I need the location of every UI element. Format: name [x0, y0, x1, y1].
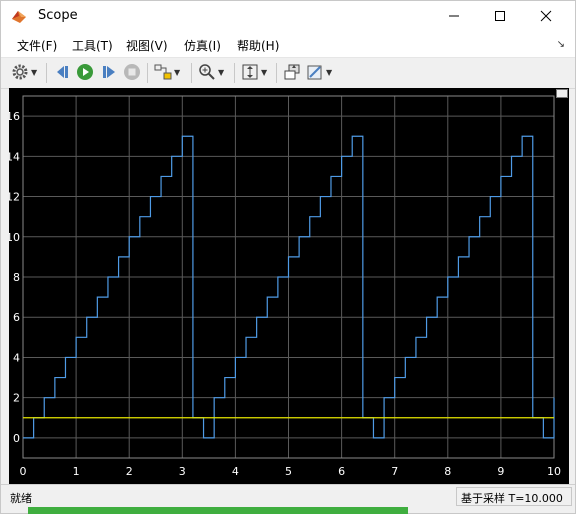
menu-tools[interactable]: 工具(T) [72, 37, 113, 54]
x-tick-label: 8 [444, 465, 451, 478]
background-fragment [28, 507, 408, 514]
matlab-icon [12, 11, 26, 23]
highlight-block-icon [154, 64, 172, 80]
status-bar: 就绪 基于采样 T=10.000 [1, 484, 575, 509]
toolbar-divider [276, 63, 277, 83]
x-tick-label: 6 [338, 465, 345, 478]
title-bar[interactable]: Scope [1, 1, 575, 31]
menu-dock-icon[interactable]: ↘ [557, 39, 565, 50]
scope-window: Scope 文件(F) 工具(T) 视图(V) 仿真(I) 帮助(H) ↘ ▼ [0, 0, 576, 514]
gear-icon [12, 64, 28, 80]
y-tick-label: 6 [13, 311, 20, 324]
step-forward-icon [103, 66, 115, 78]
status-ready: 就绪 [10, 492, 32, 505]
y-tick-label: 12 [9, 191, 20, 204]
maximize-button[interactable] [477, 1, 523, 31]
expand-axes-button[interactable] [556, 89, 568, 98]
y-tick-label: 10 [9, 231, 20, 244]
x-tick-label: 7 [391, 465, 398, 478]
edit-style-button[interactable]: ▼ [306, 62, 332, 82]
y-tick-label: 2 [13, 392, 20, 405]
zoom-in-icon [199, 64, 215, 80]
edit-style-icon [307, 65, 322, 80]
chevron-down-icon: ▼ [174, 67, 181, 77]
run-icon [77, 64, 93, 80]
run-button[interactable] [76, 62, 94, 82]
restore-layout-button[interactable] [283, 62, 301, 82]
menu-help[interactable]: 帮助(H) [237, 37, 279, 54]
y-tick-label: 16 [9, 110, 20, 123]
y-tick-label: 8 [13, 271, 20, 284]
autoscale-button[interactable]: ▼ [241, 62, 267, 82]
toolbar-divider [234, 63, 235, 83]
maximize-icon [495, 11, 505, 21]
x-tick-label: 4 [232, 465, 239, 478]
chevron-down-icon: ▼ [218, 67, 225, 77]
y-tick-label: 4 [13, 351, 20, 364]
menu-simulation[interactable]: 仿真(I) [184, 37, 221, 54]
chevron-down-icon: ▼ [326, 67, 333, 77]
step-forward-button[interactable] [100, 62, 118, 82]
close-icon [540, 10, 552, 22]
toolbar-divider [147, 63, 148, 83]
scope-plot[interactable]: 0 1 2 3 4 5 6 7 8 9 100246810121416 [6, 88, 569, 484]
x-tick-label: 1 [73, 465, 80, 478]
status-sample-time: 基于采样 T=10.000 [461, 492, 563, 505]
zoom-button[interactable]: ▼ [198, 62, 224, 82]
y-tick-label: 0 [13, 432, 20, 445]
chevron-down-icon: ▼ [31, 67, 38, 77]
step-back-icon [57, 66, 68, 78]
autoscale-icon [242, 64, 258, 80]
highlight-block-button[interactable]: ▼ [154, 62, 180, 82]
x-tick-label: 2 [126, 465, 133, 478]
minimize-button[interactable] [431, 1, 477, 31]
step-back-button[interactable] [54, 62, 72, 82]
x-tick-label: 9 [497, 465, 504, 478]
chevron-down-icon: ▼ [261, 67, 268, 77]
close-button[interactable] [523, 1, 569, 31]
window-title: Scope [38, 8, 78, 23]
x-tick-label: 5 [285, 465, 292, 478]
y-tick-label: 14 [9, 150, 20, 163]
x-tick-label: 10 [547, 465, 561, 478]
menu-view[interactable]: 视图(V) [126, 37, 168, 54]
menu-file[interactable]: 文件(F) [17, 37, 57, 54]
x-tick-label: 0 [20, 465, 27, 478]
minimize-icon [449, 15, 459, 17]
background-fragment [1, 219, 7, 239]
settings-button[interactable]: ▼ [11, 62, 37, 82]
toolbar-divider [191, 63, 192, 83]
toolbar: ▼ ▼ ▼ ▼ ▼ [1, 57, 575, 89]
menu-bar: 文件(F) 工具(T) 视图(V) 仿真(I) 帮助(H) ↘ [1, 31, 575, 57]
restore-layout-icon [284, 64, 300, 80]
x-tick-label: 3 [179, 465, 186, 478]
toolbar-divider [46, 63, 47, 83]
stop-button[interactable] [123, 62, 141, 82]
scope-axes-panel[interactable]: 0 1 2 3 4 5 6 7 8 9 10 0 2 4 6 8 10 12 14 16 [6, 88, 569, 484]
stop-icon [124, 64, 140, 80]
